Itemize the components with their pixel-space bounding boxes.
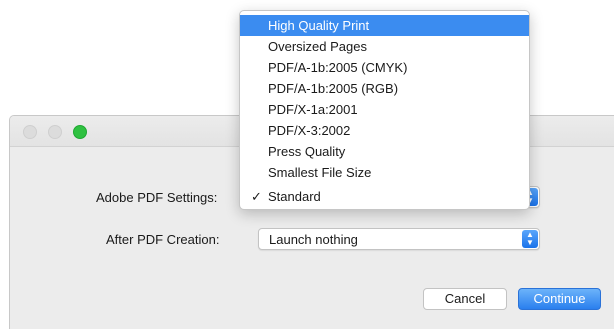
after-creation-label: After PDF Creation: <box>106 232 220 247</box>
menu-item-pdfx-1a[interactable]: PDF/X-1a:2001 <box>240 99 529 120</box>
close-window-button[interactable] <box>23 125 37 139</box>
menu-item-high-quality-print[interactable]: High Quality Print <box>240 15 529 36</box>
menu-item-oversized-pages[interactable]: Oversized Pages <box>240 36 529 57</box>
menu-item-smallest-file-size[interactable]: Smallest File Size <box>240 162 529 183</box>
continue-button[interactable]: Continue <box>518 288 601 310</box>
menu-item-press-quality[interactable]: Press Quality <box>240 141 529 162</box>
menu-item-standard[interactable]: ✓ Standard <box>240 186 529 207</box>
pdf-settings-menu: High Quality Print Oversized Pages PDF/A… <box>239 10 530 210</box>
zoom-window-button[interactable] <box>73 125 87 139</box>
pdf-settings-label: Adobe PDF Settings: <box>96 190 218 205</box>
menu-item-pdfx-3[interactable]: PDF/X-3:2002 <box>240 120 529 141</box>
menu-item-pdfa-1b-rgb[interactable]: PDF/A-1b:2005 (RGB) <box>240 78 529 99</box>
menu-item-pdfa-1b-cmyk[interactable]: PDF/A-1b:2005 (CMYK) <box>240 57 529 78</box>
checkmark-icon: ✓ <box>251 189 262 204</box>
after-creation-value: Launch nothing <box>269 232 358 247</box>
cancel-button[interactable]: Cancel <box>423 288 507 310</box>
after-creation-stepper-icon: ▲ ▼ <box>522 230 538 248</box>
minimize-window-button[interactable] <box>48 125 62 139</box>
after-creation-popup[interactable]: Launch nothing ▲ ▼ <box>258 228 540 250</box>
